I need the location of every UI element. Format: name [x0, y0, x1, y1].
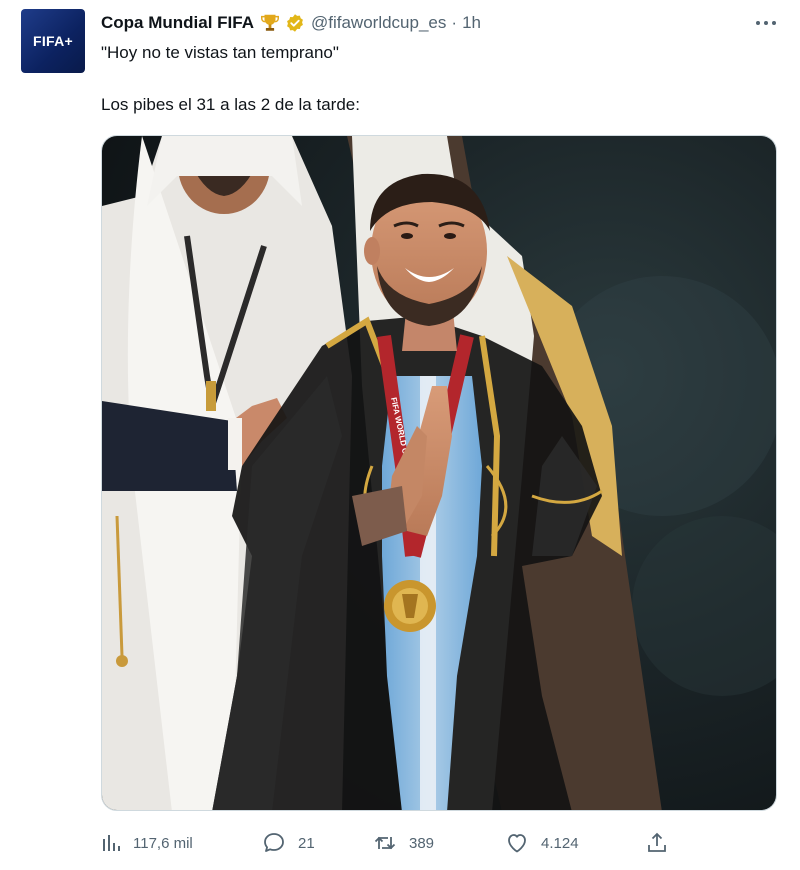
- retweet-button[interactable]: 389: [373, 828, 434, 858]
- tweet-header: Copa Mundial FIFA @fifaworldcup_es · 1h: [101, 11, 481, 35]
- photo-illustration: FIFA WORLD CUP Qatar: [102, 136, 776, 810]
- more-icon: [756, 21, 776, 25]
- heart-icon: [508, 834, 526, 853]
- author-name[interactable]: Copa Mundial FIFA: [101, 13, 254, 33]
- retweet-count: 389: [409, 834, 435, 852]
- avatar[interactable]: FIFA+: [21, 9, 85, 73]
- tweet[interactable]: FIFA+ Copa Mundial FIFA @fifaworldcup_es…: [0, 0, 800, 870]
- retweet-icon: [374, 836, 396, 850]
- tweet-time[interactable]: 1h: [462, 13, 481, 33]
- share-button[interactable]: [645, 828, 669, 858]
- like-count: 4.124: [541, 834, 579, 852]
- tweet-text-line-2: Los pibes el 31 a las 2 de la tarde:: [101, 95, 360, 114]
- trophy-icon: [261, 14, 279, 31]
- author-handle[interactable]: @fifaworldcup_es: [311, 13, 446, 33]
- like-button[interactable]: 4.124: [505, 828, 579, 858]
- fifa-logo-text: FIFA+: [32, 33, 73, 49]
- share-icon: [648, 832, 666, 852]
- verified-badge-icon: [287, 14, 303, 32]
- reply-icon: [264, 833, 284, 852]
- separator-dot: ·: [451, 13, 458, 32]
- tweet-photo[interactable]: FIFA WORLD CUP Qatar: [101, 135, 777, 811]
- views-count: 117,6 mil: [133, 834, 193, 852]
- analytics-icon: [103, 835, 120, 851]
- views-button[interactable]: 117,6 mil: [101, 828, 193, 858]
- reply-button[interactable]: 21: [262, 828, 315, 858]
- tweet-actions: 117,6 mil 21 389 4.124: [0, 828, 800, 858]
- more-options-button[interactable]: [753, 12, 779, 34]
- tweet-text-line-1: "Hoy no te vistas tan temprano": [101, 43, 339, 62]
- reply-count: 21: [298, 834, 315, 852]
